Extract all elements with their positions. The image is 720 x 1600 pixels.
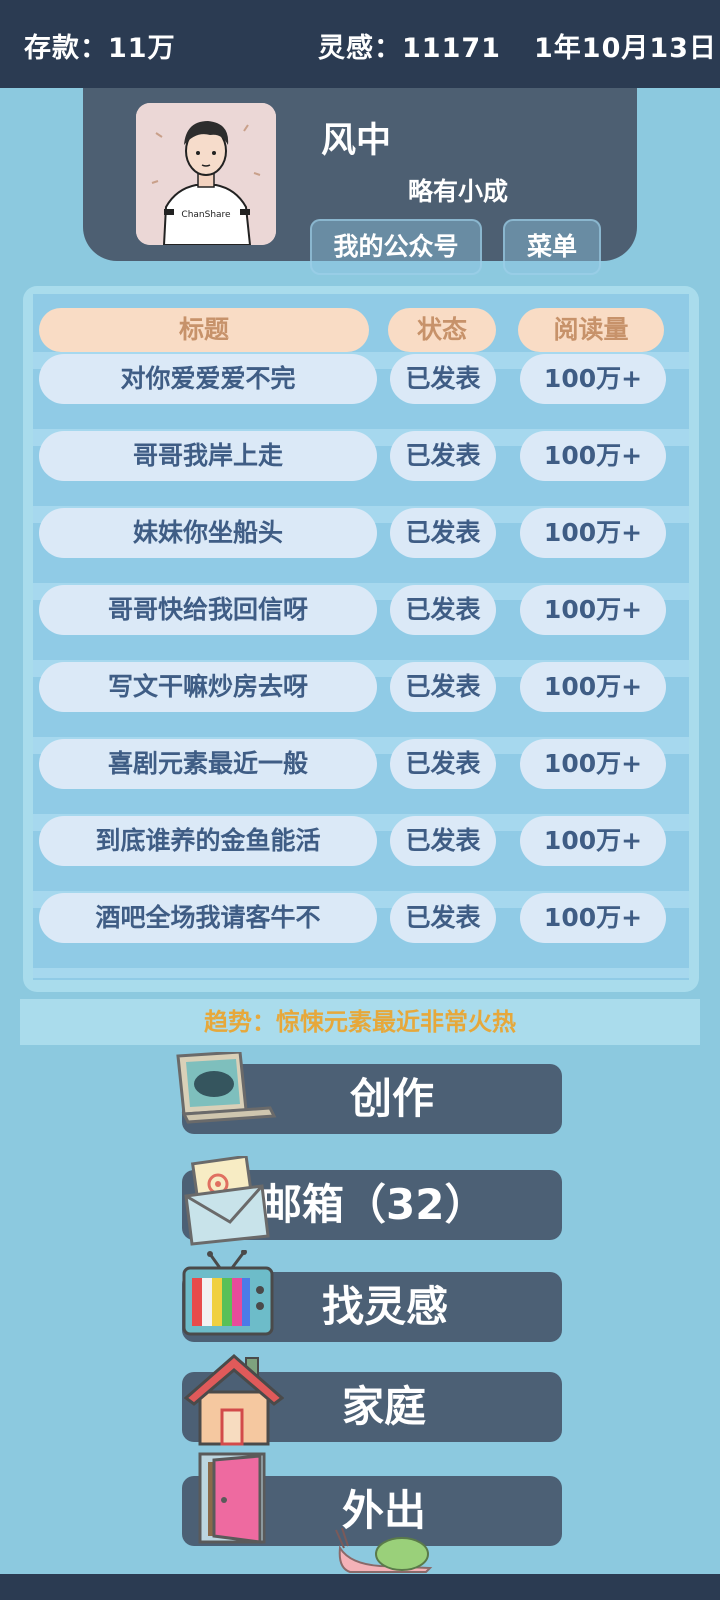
top-status-bar: 存款：11万 灵感：11171 1年10月13日	[0, 0, 720, 88]
create-button-label: 创作	[350, 1074, 435, 1123]
official-account-button[interactable]: 我的公众号	[310, 219, 482, 275]
row-title-cell[interactable]: 到底谁养的金鱼能活	[39, 816, 377, 866]
row-reads-cell: 100万+	[520, 662, 666, 712]
row-title-cell[interactable]: 对你爱爱爱不完	[39, 354, 377, 404]
player-rank: 略有小成	[408, 177, 509, 206]
house-icon	[183, 1352, 285, 1452]
row-status-cell: 已发表	[390, 816, 496, 866]
find-inspiration-button-label: 找灵感	[322, 1282, 449, 1331]
row-title-cell[interactable]: 写文干嘛炒房去呀	[39, 662, 377, 712]
column-header-status: 状态	[388, 308, 496, 352]
tv-icon	[180, 1249, 280, 1344]
snail-icon	[330, 1524, 434, 1578]
door-icon	[198, 1452, 270, 1548]
avatar[interactable]: ChanShare	[136, 103, 276, 245]
row-title-cell[interactable]: 喜剧元素最近一般	[39, 739, 377, 789]
row-status-cell: 已发表	[390, 893, 496, 943]
articles-table: 标题 状态 阅读量 对你爱爱爱不完 已发表 100万+ 哥哥我岸上走 已发表 100万+ 妹…	[33, 294, 689, 980]
row-status-cell: 已发表	[390, 585, 496, 635]
row-reads-cell: 100万+	[520, 739, 666, 789]
row-title-cell[interactable]: 妹妹你坐船头	[39, 508, 377, 558]
row-reads-cell: 100万+	[520, 893, 666, 943]
row-status-cell: 已发表	[390, 739, 496, 789]
envelope-icon	[182, 1154, 272, 1250]
laptop-icon	[170, 1050, 280, 1136]
row-title-cell[interactable]: 哥哥快给我回信呀	[39, 585, 377, 635]
bottom-bar	[0, 1574, 720, 1600]
avatar-illustration: ChanShare	[136, 103, 276, 245]
row-title-cell[interactable]: 哥哥我岸上走	[39, 431, 377, 481]
inspiration-display: 灵感：11171	[318, 33, 501, 64]
row-reads-cell: 100万+	[520, 508, 666, 558]
date-display: 1年10月13日	[534, 33, 717, 64]
row-status-cell: 已发表	[390, 354, 496, 404]
menu-button[interactable]: 菜单	[503, 219, 601, 275]
mailbox-button-label: 邮箱（32）	[260, 1180, 487, 1229]
articles-panel: 标题 状态 阅读量 对你爱爱爱不完 已发表 100万+ 哥哥我岸上走 已发表 100万+ 妹…	[23, 286, 699, 992]
savings-display: 存款：11万	[24, 33, 176, 64]
row-status-cell: 已发表	[390, 431, 496, 481]
avatar-shirt-text: ChanShare	[181, 210, 231, 220]
trend-banner: 趋势：惊悚元素最近非常火热	[20, 999, 700, 1045]
row-reads-cell: 100万+	[520, 585, 666, 635]
row-status-cell: 已发表	[390, 508, 496, 558]
profile-panel: ChanShare 风中 略有小成 我的公众号 菜单	[83, 88, 637, 275]
row-title-cell[interactable]: 酒吧全场我请客牛不	[39, 893, 377, 943]
row-reads-cell: 100万+	[520, 354, 666, 404]
row-status-cell: 已发表	[390, 662, 496, 712]
row-reads-cell: 100万+	[520, 816, 666, 866]
row-reads-cell: 100万+	[520, 431, 666, 481]
player-name: 风中	[321, 121, 392, 161]
family-button-label: 家庭	[342, 1382, 427, 1431]
column-header-reads: 阅读量	[518, 308, 664, 352]
column-header-title: 标题	[39, 308, 369, 352]
